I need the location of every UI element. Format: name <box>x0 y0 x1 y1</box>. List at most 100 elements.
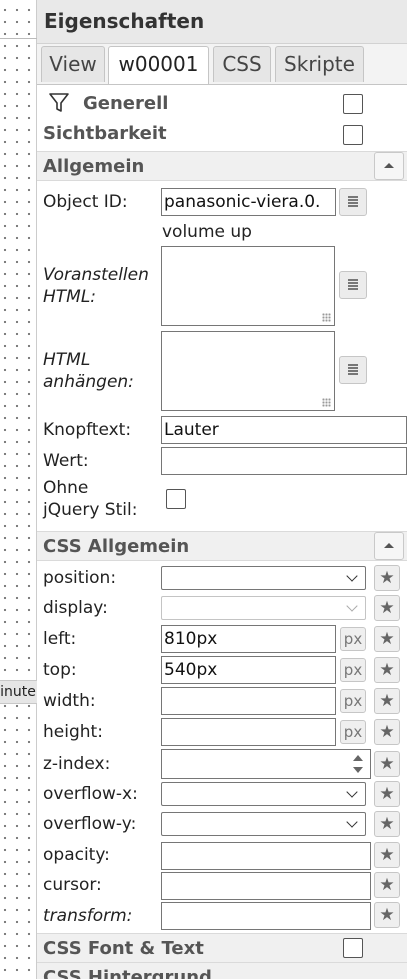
left-label: left: <box>43 629 77 649</box>
position-star-icon[interactable]: ★ <box>374 565 400 591</box>
object-id-input[interactable]: panasonic-viera.0. <box>161 188 336 216</box>
prepend-html-textarea[interactable] <box>161 246 335 326</box>
generell-label: Generell <box>83 93 169 114</box>
display-star-icon[interactable]: ★ <box>374 595 400 621</box>
display-label: display: <box>43 598 108 618</box>
overflow-x-star-icon[interactable]: ★ <box>374 781 400 807</box>
properties-panel: Eigenschaften View w00001 CSS Skripte Ge… <box>37 0 407 979</box>
canvas-widget-minuten[interactable]: Minuten <box>0 680 38 704</box>
group-css-font-header[interactable]: CSS Font & Text <box>37 933 407 963</box>
cursor-row: cursor: ★ <box>37 871 407 901</box>
width-input[interactable] <box>161 687 336 715</box>
editor-canvas[interactable]: Minuten <box>0 0 38 979</box>
append-html-label-line2: anhängen: <box>43 372 134 392</box>
button-text-label: Knopftext: <box>43 420 132 440</box>
canvas-widget-label: Minuten <box>0 684 37 700</box>
tab-scripts[interactable]: Skripte <box>275 46 364 82</box>
transform-input[interactable] <box>161 902 371 930</box>
opacity-label: opacity: <box>43 845 110 865</box>
object-id-select-button[interactable] <box>339 188 367 216</box>
filter-icon[interactable] <box>48 92 70 114</box>
height-unit-px[interactable]: px <box>340 720 366 744</box>
sichtbarkeit-checkbox[interactable] <box>343 125 363 145</box>
tab-css[interactable]: CSS <box>213 46 271 82</box>
spin-down-icon[interactable] <box>353 767 363 773</box>
object-id-label: Object ID: <box>43 192 128 212</box>
object-id-row: Object ID: panasonic-viera.0. <box>37 186 407 218</box>
position-select[interactable] <box>161 566 366 590</box>
append-html-label-line1: HTML <box>43 350 91 370</box>
opacity-input[interactable] <box>161 842 371 870</box>
chevron-down-icon <box>346 816 358 828</box>
group-css-background-title: CSS Hintergrund <box>43 967 212 979</box>
append-html-textarea[interactable] <box>161 331 335 411</box>
zindex-input[interactable] <box>161 749 371 779</box>
height-star-icon[interactable]: ★ <box>374 719 400 745</box>
left-unit-px[interactable]: px <box>340 627 366 651</box>
css-font-checkbox[interactable] <box>343 938 363 958</box>
transform-star-icon[interactable]: ★ <box>374 902 400 928</box>
top-label: top: <box>43 660 77 680</box>
tab-bar: View w00001 CSS Skripte <box>41 44 407 84</box>
collapse-allgemein-button[interactable] <box>374 152 404 180</box>
no-jquery-label-line2: jQuery Stil: <box>43 500 138 520</box>
opacity-row: opacity: ★ <box>37 841 407 871</box>
tab-view[interactable]: View <box>41 46 105 82</box>
top-unit-px[interactable]: px <box>340 658 366 682</box>
chevron-down-icon <box>346 570 358 582</box>
transform-label: transform: <box>43 906 133 926</box>
overflow-x-row: overflow-x: ★ <box>37 780 407 810</box>
append-html-row: HTML anhängen: <box>37 330 407 412</box>
chevron-down-icon <box>346 786 358 798</box>
tab-widget[interactable]: w00001 <box>108 46 209 84</box>
height-row: height: px ★ <box>37 717 407 748</box>
overflow-x-select[interactable] <box>161 782 366 806</box>
left-row: left: 810px px ★ <box>37 624 407 655</box>
filter-generell-row: Generell <box>37 85 407 119</box>
no-jquery-label-line1: Ohne <box>43 478 89 498</box>
canvas-border-line <box>0 38 37 39</box>
generell-checkbox[interactable] <box>343 94 363 114</box>
value-row: Wert: <box>37 446 407 476</box>
button-text-input[interactable]: Lauter <box>161 416 407 444</box>
height-input[interactable] <box>161 718 336 746</box>
top-row: top: 540px px ★ <box>37 655 407 686</box>
zindex-row: z-index: ★ <box>37 748 407 780</box>
prepend-html-label-line1: Voranstellen <box>43 265 149 285</box>
position-row: position: ★ <box>37 564 407 594</box>
group-allgemein-header[interactable]: Allgemein <box>37 151 407 181</box>
panel-title: Eigenschaften <box>44 9 205 33</box>
opacity-star-icon[interactable]: ★ <box>374 842 400 868</box>
append-html-edit-button[interactable] <box>339 356 367 384</box>
cursor-star-icon[interactable]: ★ <box>374 872 400 898</box>
overflow-y-star-icon[interactable]: ★ <box>374 811 400 837</box>
cursor-input[interactable] <box>161 872 371 900</box>
display-select[interactable] <box>161 596 366 620</box>
collapse-css-general-button[interactable] <box>374 532 404 560</box>
prepend-html-row: Voranstellen HTML: <box>37 245 407 327</box>
overflow-y-row: overflow-y: ★ <box>37 810 407 840</box>
group-css-background-header[interactable]: CSS Hintergrund <box>37 962 407 979</box>
top-star-icon[interactable]: ★ <box>374 657 400 683</box>
no-jquery-row: Ohne jQuery Stil: <box>37 477 407 521</box>
zindex-spinner[interactable] <box>347 749 369 779</box>
width-star-icon[interactable]: ★ <box>374 688 400 714</box>
chevron-down-icon <box>346 600 358 612</box>
left-input[interactable]: 810px <box>161 625 336 653</box>
prepend-html-label-line2: HTML: <box>43 287 97 307</box>
spin-up-icon[interactable] <box>353 755 363 761</box>
top-input[interactable]: 540px <box>161 656 336 684</box>
value-input[interactable] <box>161 447 407 475</box>
width-row: width: px ★ <box>37 686 407 717</box>
sichtbarkeit-label: Sichtbarkeit <box>43 123 167 144</box>
zindex-star-icon[interactable]: ★ <box>374 751 400 777</box>
panel-header: Eigenschaften <box>37 0 407 44</box>
no-jquery-checkbox[interactable] <box>166 489 186 509</box>
overflow-y-select[interactable] <box>161 812 366 836</box>
properties-list: Generell Sichtbarkeit Allgemein Object I… <box>37 84 407 979</box>
group-css-general-header[interactable]: CSS Allgemein <box>37 531 407 561</box>
height-label: height: <box>43 722 103 742</box>
width-unit-px[interactable]: px <box>340 689 366 713</box>
left-star-icon[interactable]: ★ <box>374 626 400 652</box>
prepend-html-edit-button[interactable] <box>339 271 367 299</box>
